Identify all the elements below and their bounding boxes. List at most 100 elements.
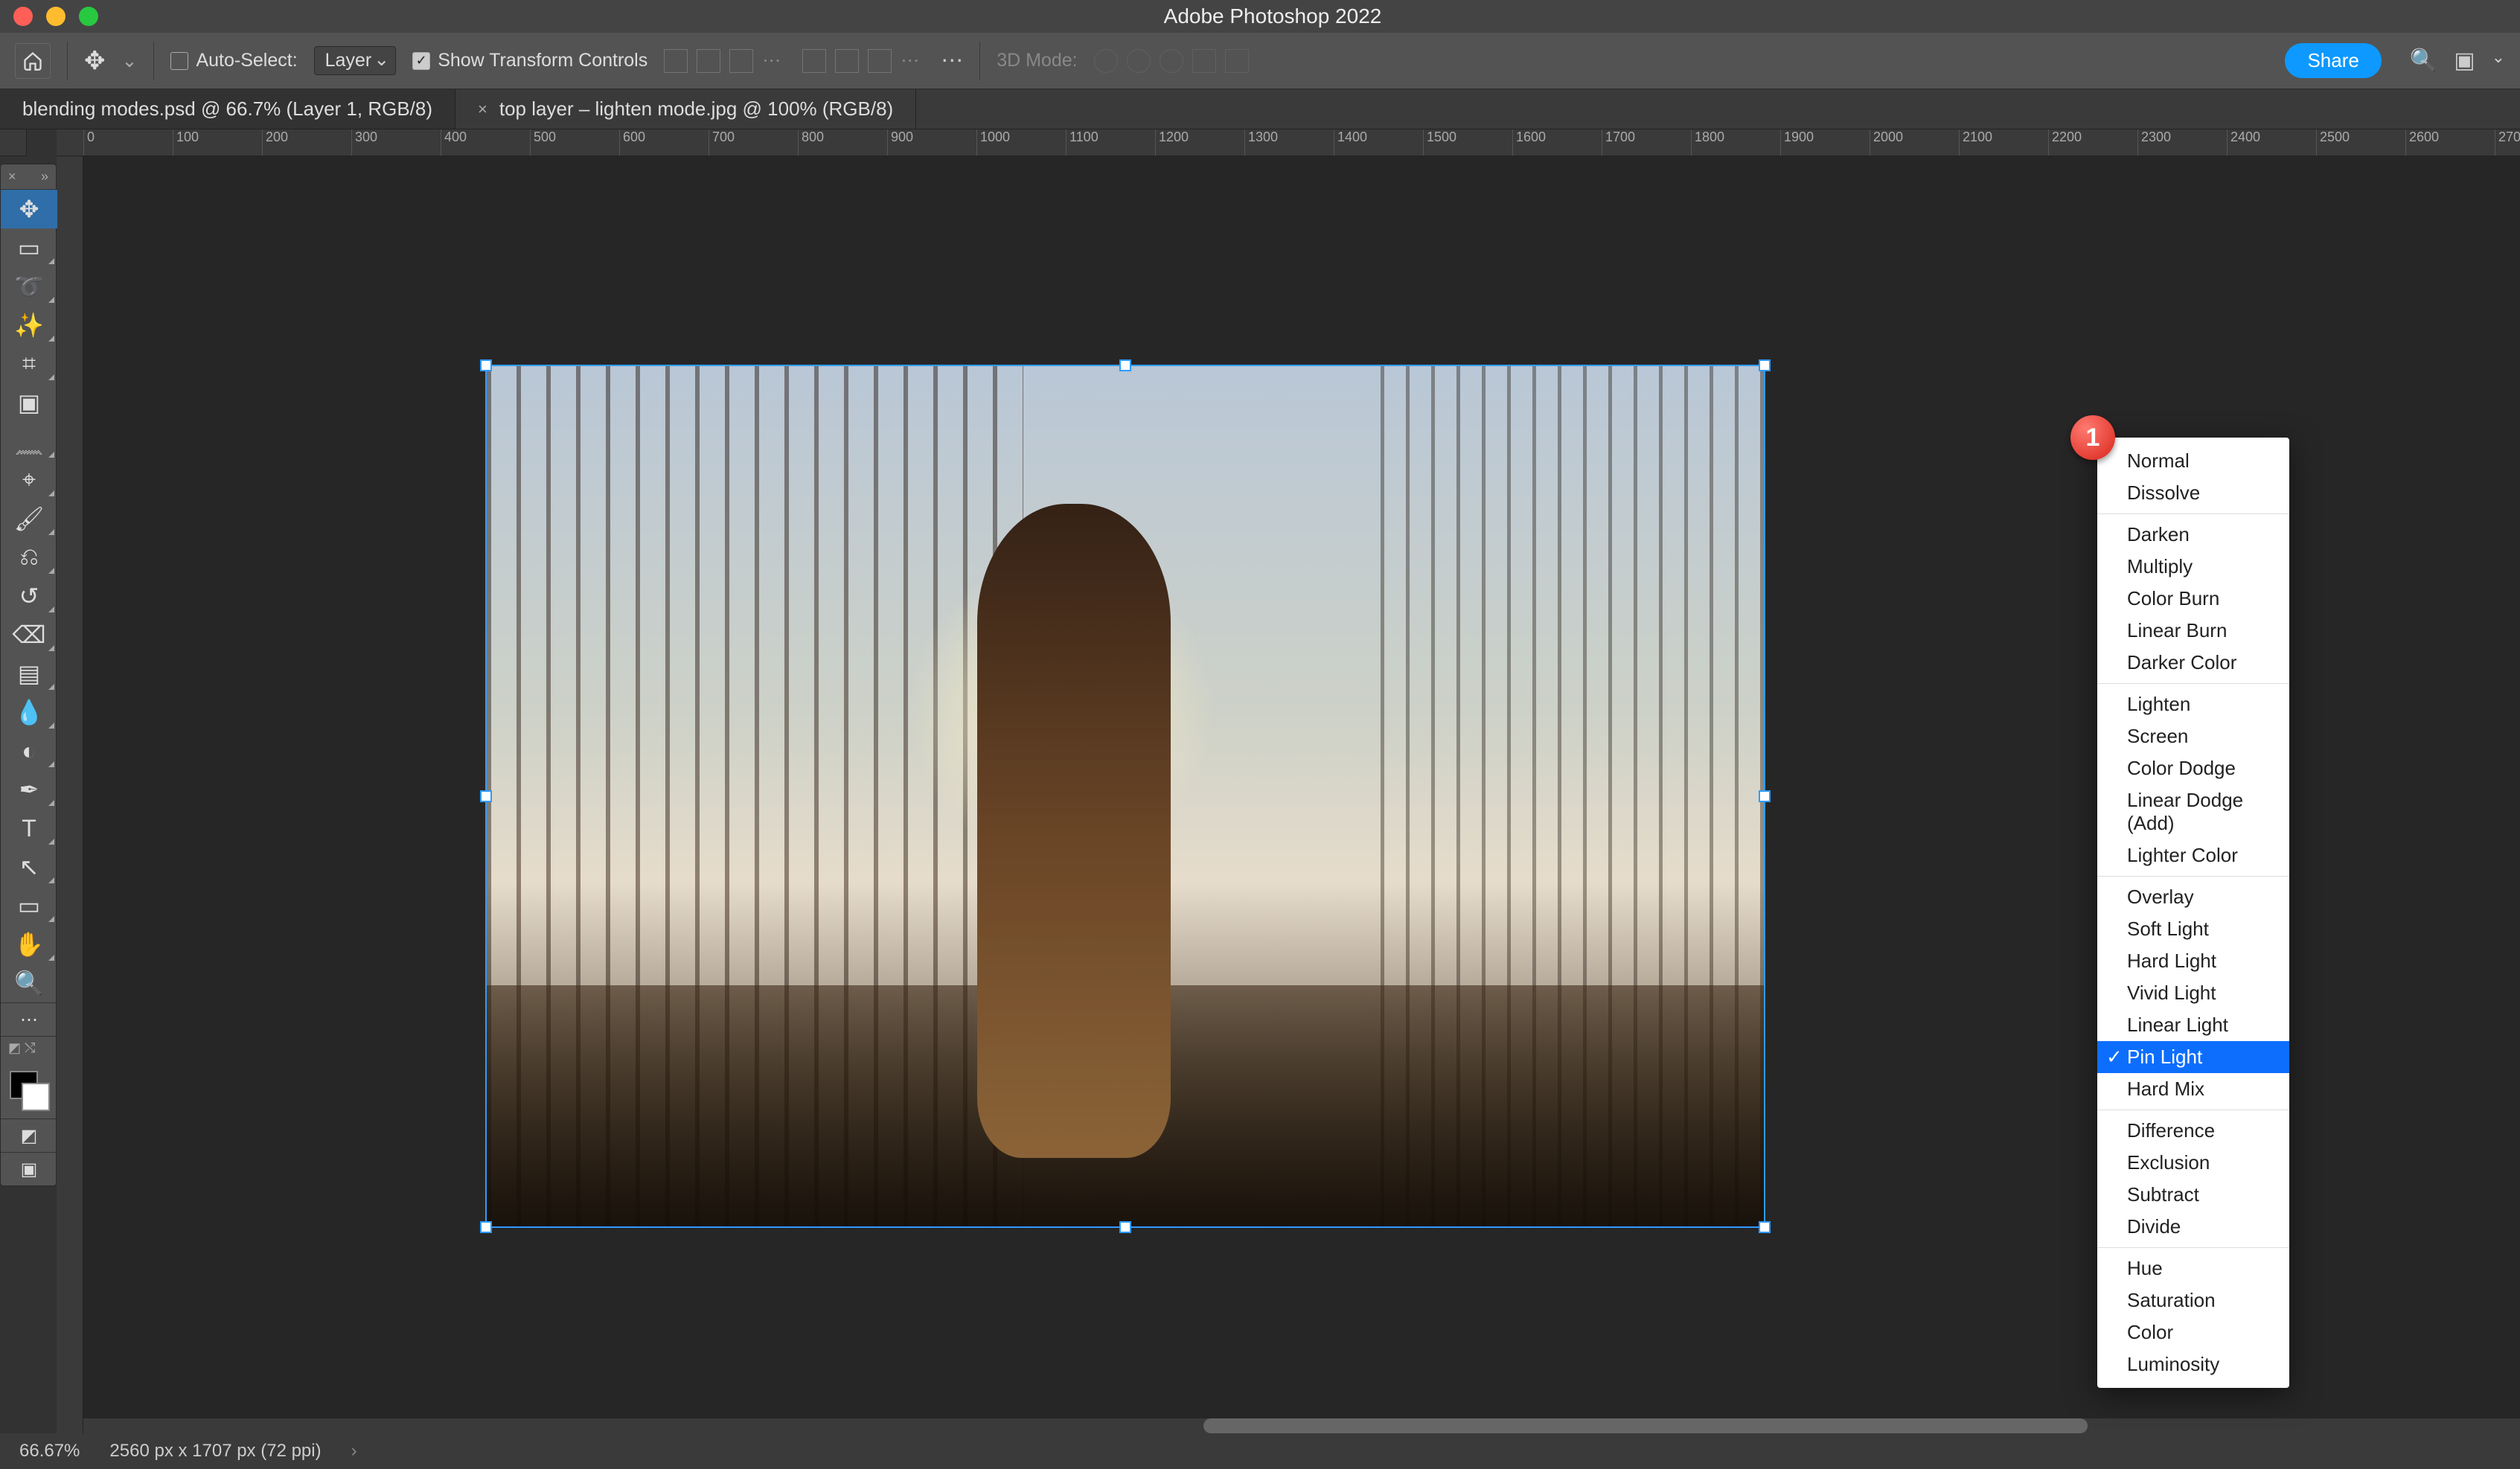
transform-handle-mr[interactable] [1759,790,1771,802]
blend-mode-option[interactable]: Linear Light [2097,1009,2289,1041]
toolbox-close-icon[interactable]: × [8,169,16,185]
blend-mode-option[interactable]: Color [2097,1316,2289,1348]
blend-mode-option[interactable]: Divide [2097,1211,2289,1243]
fg-bg-swatches[interactable] [1,1066,56,1118]
search-icon[interactable]: 🔍 [2410,48,2437,74]
camera-3d-icon[interactable] [1225,49,1249,73]
transform-handle-tl[interactable] [480,359,492,371]
share-button[interactable]: Share [2285,43,2381,78]
transform-handle-bl[interactable] [480,1221,492,1233]
history-brush-tool[interactable]: ↺ [1,577,57,615]
pen-tool[interactable]: ✒ [1,770,57,809]
dist-more-icon[interactable]: ⋯ [901,49,924,73]
horizontal-ruler[interactable]: 0100200300400500600700800900100011001200… [83,129,2520,156]
eyedropper-tool[interactable]: 𓈖 [1,422,57,461]
canvas-image[interactable] [485,365,1765,1228]
blur-tool[interactable]: 💧 [1,693,57,732]
lasso-tool[interactable]: ➰ [1,267,57,306]
blend-mode-option[interactable]: Overlay [2097,881,2289,913]
document-tab-close-icon[interactable]: × [478,100,487,119]
transform-handle-tr[interactable] [1759,359,1771,371]
close-window-button[interactable] [13,7,33,26]
blend-mode-option[interactable]: Multiply [2097,551,2289,583]
blend-mode-option[interactable]: Soft Light [2097,913,2289,945]
eraser-tool[interactable]: ⌫ [1,615,57,654]
blend-mode-option[interactable]: Hue [2097,1252,2289,1284]
hand-tool[interactable]: ✋ [1,925,57,964]
path-select-tool[interactable]: ↖ [1,848,57,886]
background-swatch[interactable] [22,1083,50,1111]
tool-preset-chevron[interactable]: ⌄ [122,50,138,72]
document-tab[interactable]: ×top layer – lighten mode.jpg @ 100% (RG… [455,89,916,129]
transform-handle-tm[interactable] [1119,359,1131,371]
rectangle-tool[interactable]: ▭ [1,886,57,925]
crop-tool[interactable]: ⌗ [1,345,57,383]
horizontal-scrollbar[interactable] [83,1418,2520,1433]
toolbox-expand-icon[interactable]: » [41,169,48,185]
blend-mode-option[interactable]: Exclusion [2097,1147,2289,1179]
maximize-window-button[interactable] [79,7,98,26]
show-transform-checkbox[interactable]: ✓ Show Transform Controls [412,50,647,71]
blend-mode-option[interactable]: Darker Color [2097,647,2289,679]
workspace-chevron-icon[interactable]: ⌄ [2492,48,2505,74]
default-colors-icon[interactable]: ◩ ⤭ [1,1037,57,1059]
blend-mode-option[interactable]: Vivid Light [2097,977,2289,1009]
blend-mode-option[interactable]: Lighten [2097,688,2289,720]
blend-mode-option[interactable]: Color Dodge [2097,752,2289,784]
blend-mode-option[interactable]: Linear Burn [2097,615,2289,647]
dist-vcenter-icon[interactable] [835,49,859,73]
blend-mode-dropdown[interactable]: NormalDissolveDarkenMultiplyColor BurnLi… [2097,438,2289,1388]
brush-tool[interactable]: 🖌 [1,499,57,538]
dist-bottom-icon[interactable] [868,49,892,73]
align-left-icon[interactable] [664,49,688,73]
screen-mode-icon[interactable]: ▣ [1,1153,57,1185]
status-chevron-icon[interactable]: › [351,1441,357,1462]
transform-handle-ml[interactable] [480,790,492,802]
zoom-level[interactable]: 66.67% [19,1441,80,1462]
home-button[interactable] [15,43,51,79]
auto-select-checkbox[interactable]: Auto-Select: [170,50,297,71]
blend-mode-option[interactable]: Hard Light [2097,945,2289,977]
document-tab[interactable]: blending modes.psd @ 66.7% (Layer 1, RGB… [0,89,455,129]
blend-mode-option[interactable]: Difference [2097,1115,2289,1147]
magic-wand-tool[interactable]: ✨ [1,306,57,345]
blend-mode-option[interactable]: Luminosity [2097,1348,2289,1380]
transform-handle-br[interactable] [1759,1221,1771,1233]
dist-top-icon[interactable] [802,49,826,73]
blend-mode-option[interactable]: Linear Dodge (Add) [2097,784,2289,839]
frame-tool[interactable]: ▣ [1,383,57,422]
vertical-ruler[interactable] [57,156,83,1433]
auto-select-target-dropdown[interactable]: Layer [314,46,397,75]
orbit-3d-icon[interactable] [1094,49,1118,73]
dolly-3d-icon[interactable] [1160,49,1183,73]
blend-mode-option[interactable]: Pin Light [2097,1041,2289,1073]
zoom-tool[interactable]: 🔍 [1,964,57,1002]
align-center-h-icon[interactable] [697,49,720,73]
move-tool[interactable]: ✥ [1,190,57,228]
dodge-tool[interactable]: ◐ [1,732,57,770]
align-right-icon[interactable] [729,49,753,73]
blend-mode-option[interactable]: Dissolve [2097,477,2289,509]
workspace-icon[interactable]: ▣ [2454,48,2475,74]
blend-mode-option[interactable]: Lighter Color [2097,839,2289,871]
blend-mode-option[interactable]: Hard Mix [2097,1073,2289,1105]
blend-mode-option[interactable]: Darken [2097,519,2289,551]
blend-mode-option[interactable]: Subtract [2097,1179,2289,1211]
slide-3d-icon[interactable] [1192,49,1216,73]
overflow-options-icon[interactable]: ⋯ [941,48,963,74]
edit-toolbar-icon[interactable]: ⋯ [1,1003,57,1036]
blend-mode-option[interactable]: Normal [2097,445,2289,477]
quick-mask-icon[interactable]: ◩ [1,1119,57,1152]
blend-mode-option[interactable]: Color Burn [2097,583,2289,615]
transform-handle-bm[interactable] [1119,1221,1131,1233]
clone-stamp-tool[interactable]: ⎌ [1,538,57,577]
gradient-tool[interactable]: ▤ [1,654,57,693]
blend-mode-option[interactable]: Saturation [2097,1284,2289,1316]
spot-heal-tool[interactable]: ⌖ [1,461,57,499]
align-more-icon[interactable]: ⋯ [762,49,786,73]
blend-mode-option[interactable]: Screen [2097,720,2289,752]
ruler-origin[interactable] [0,129,27,156]
marquee-tool[interactable]: ▭ [1,228,57,267]
type-tool[interactable]: T [1,809,57,848]
pan-3d-icon[interactable] [1127,49,1151,73]
